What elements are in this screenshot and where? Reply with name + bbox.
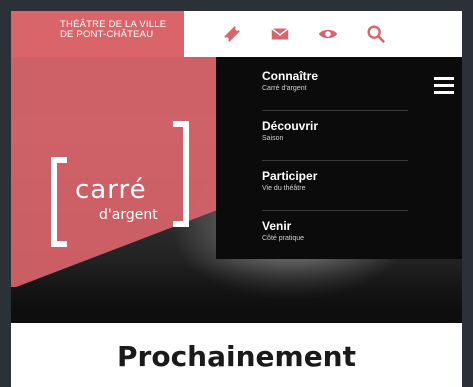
menu-item-connaitre[interactable]: Connaître Carré d'argent xyxy=(262,63,408,111)
menu-item-title: Venir xyxy=(262,219,292,233)
logo-sub: d'argent xyxy=(99,207,158,223)
logo-bracket-right xyxy=(173,121,189,227)
org-name-line2: DE PONT-CHÂTEAU xyxy=(60,29,154,40)
stage-floor xyxy=(11,263,462,323)
page-frame: carré d'argent THÉÂTRE DE LA VILLE DE PO… xyxy=(11,11,462,387)
logo-bracket-left xyxy=(51,157,67,247)
menu-item-title: Connaître xyxy=(262,69,319,83)
main-menu: Connaître Carré d'argent Découvrir Saiso… xyxy=(216,57,462,259)
search-icon[interactable] xyxy=(365,23,387,45)
menu-item-subtitle: Vie du théâtre xyxy=(262,185,306,192)
menu-item-title: Participer xyxy=(262,169,318,183)
hamburger-icon[interactable] xyxy=(434,77,456,95)
menu-item-subtitle: Carré d'argent xyxy=(262,85,307,92)
mail-icon[interactable] xyxy=(269,23,291,45)
menu-item-participer[interactable]: Participer Vie du théâtre xyxy=(262,163,408,211)
menu-item-decouvrir[interactable]: Découvrir Saison xyxy=(262,113,408,161)
carre-dargent-logo[interactable]: carré d'argent xyxy=(51,121,197,257)
logo-word: carré xyxy=(75,175,147,205)
menu-item-subtitle: Saison xyxy=(262,135,284,142)
menu-item-subtitle: Côté pratique xyxy=(262,235,305,242)
ticket-icon[interactable] xyxy=(221,23,243,45)
menu-item-title: Découvrir xyxy=(262,119,319,133)
org-banner[interactable]: THÉÂTRE DE LA VILLE DE PONT-CHÂTEAU xyxy=(11,11,184,57)
top-icons xyxy=(221,23,387,45)
org-name: THÉÂTRE DE LA VILLE DE PONT-CHÂTEAU xyxy=(60,20,180,40)
menu-item-venir[interactable]: Venir Côté pratique xyxy=(262,213,408,261)
eye-icon[interactable] xyxy=(317,23,339,45)
top-bar: THÉÂTRE DE LA VILLE DE PONT-CHÂTEAU xyxy=(11,11,462,57)
page-title: Prochainement xyxy=(117,340,356,373)
